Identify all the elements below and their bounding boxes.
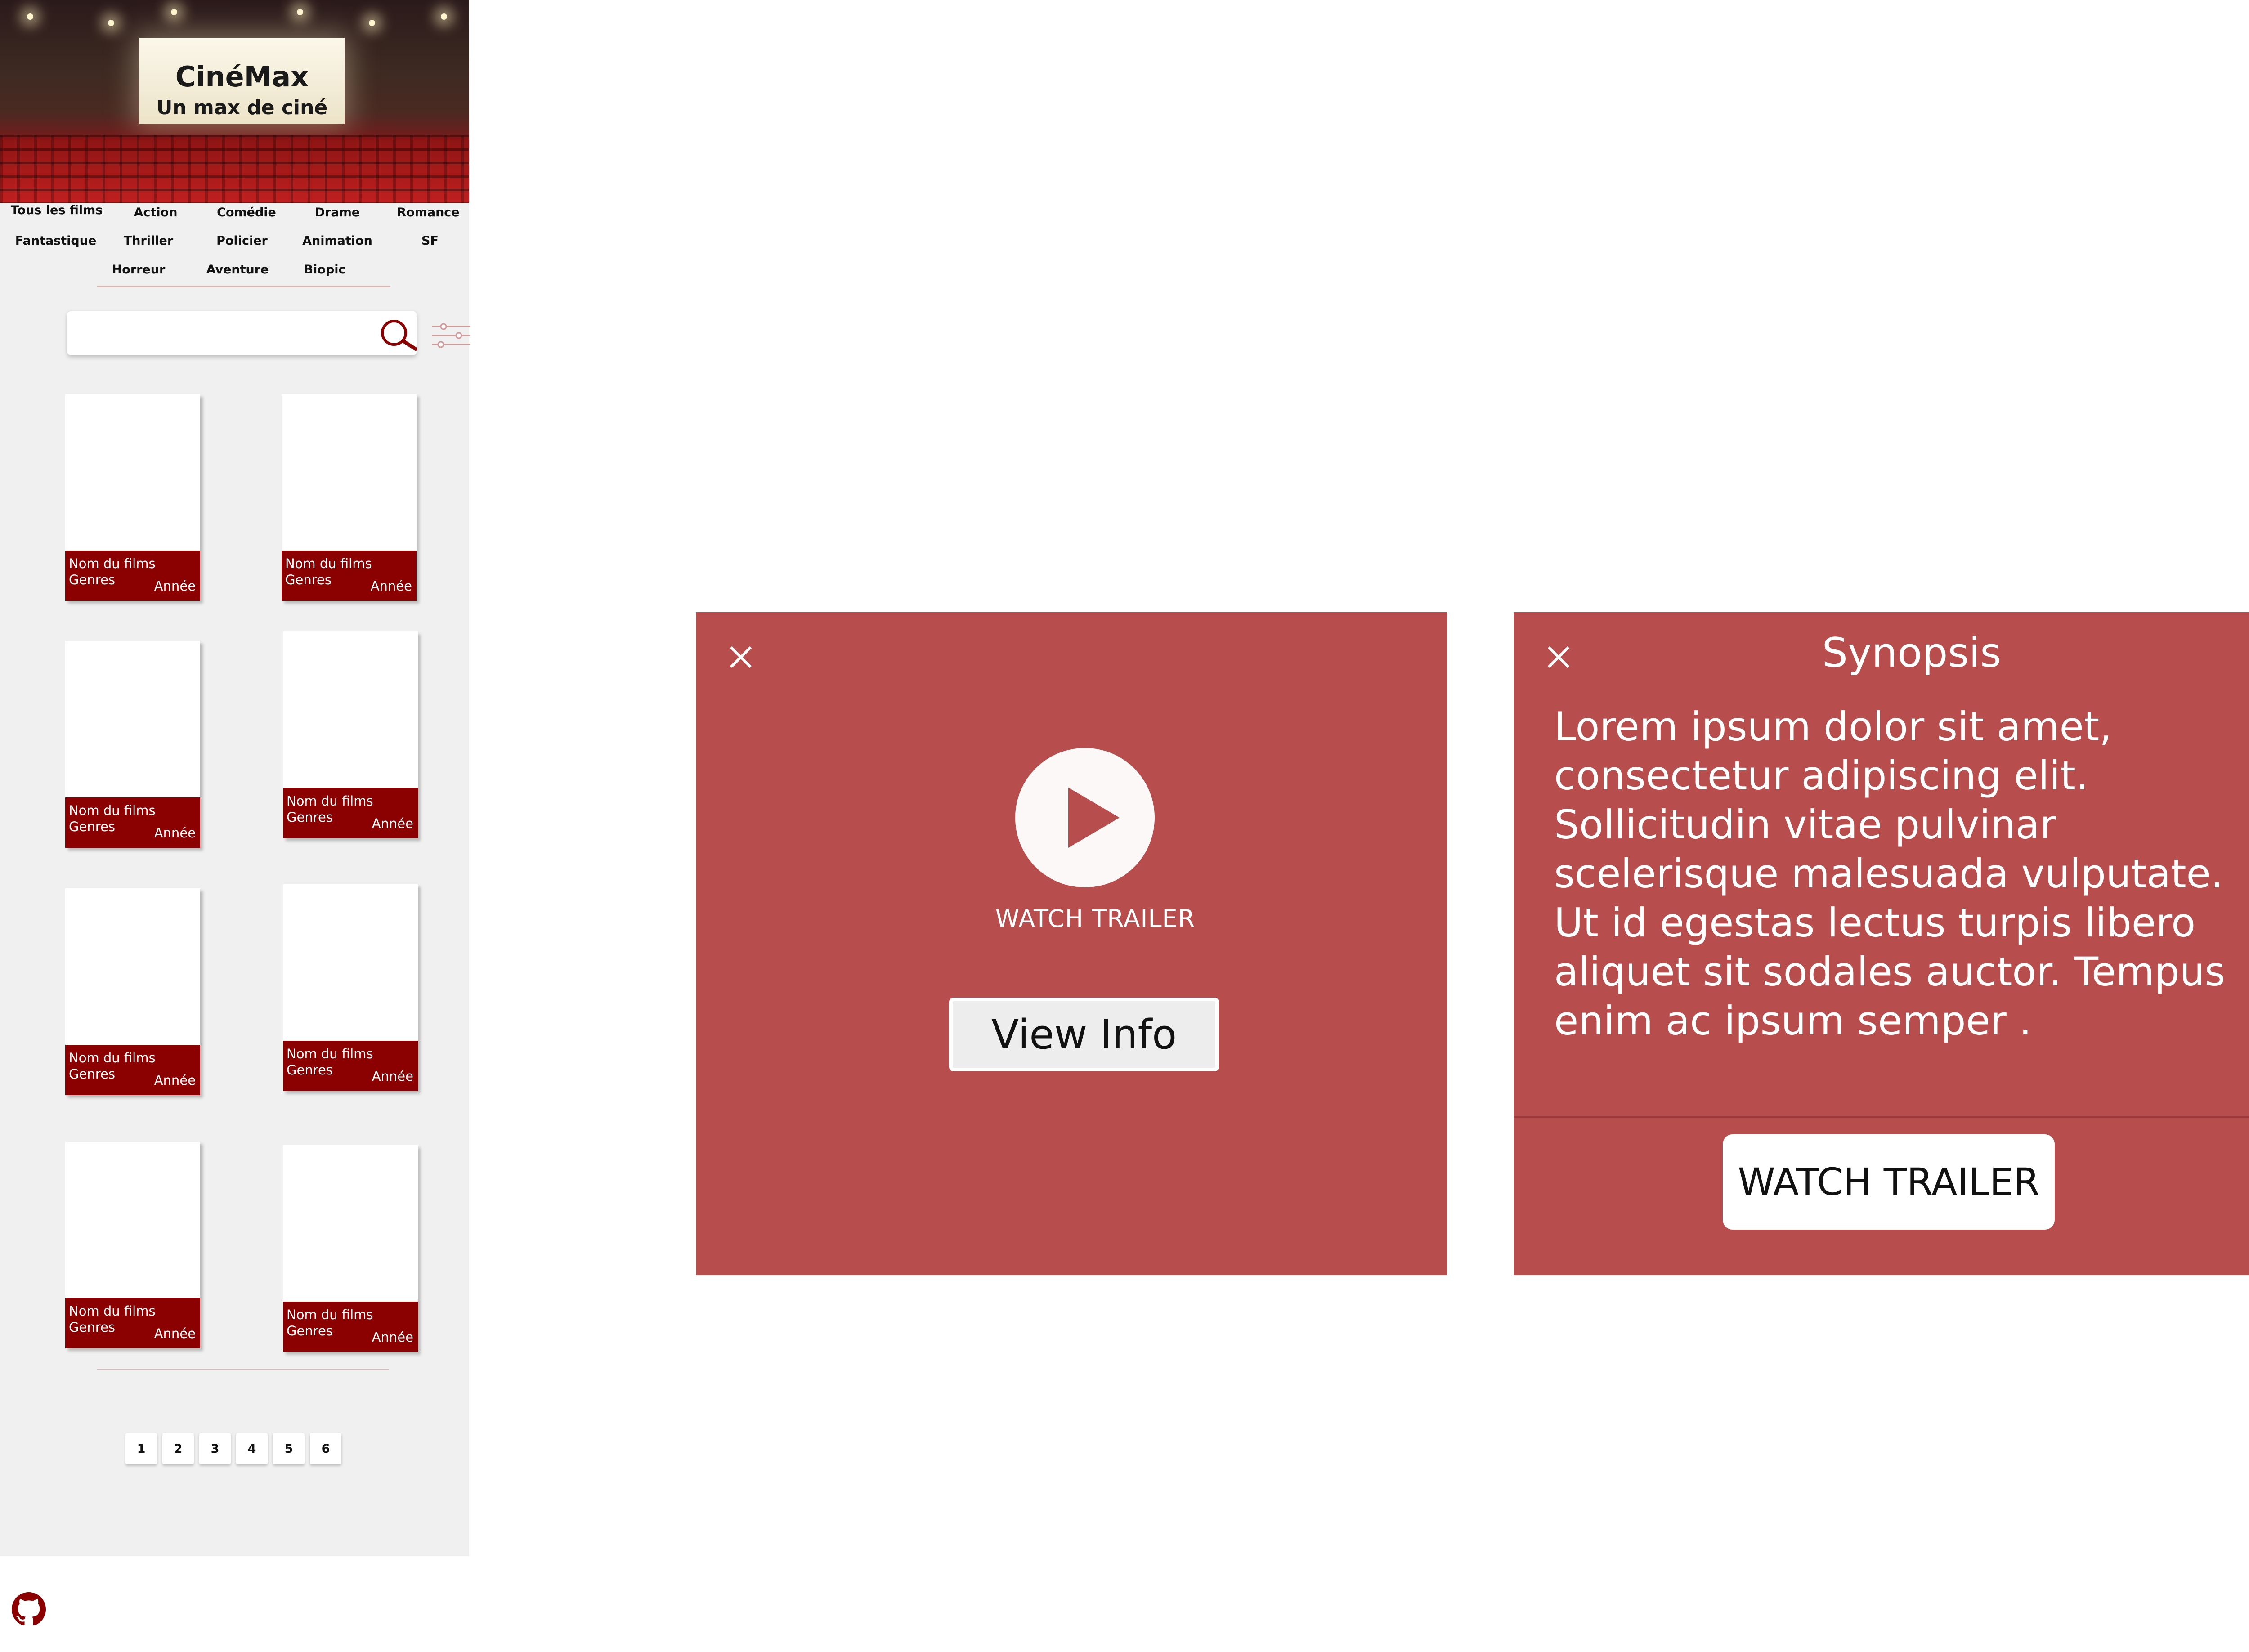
- cinema-seats: [0, 135, 469, 203]
- movie-card[interactable]: Nom du films Genres Année: [65, 641, 200, 848]
- movie-card-info: Nom du films Genres Année: [65, 1045, 200, 1095]
- genre-biopic[interactable]: Biopic: [304, 263, 346, 277]
- movie-card-info: Nom du films Genres Année: [283, 788, 418, 838]
- cinema-screen: CinéMax Un max de ciné: [139, 38, 345, 124]
- hero-banner: CinéMax Un max de ciné: [0, 0, 469, 203]
- genre-romance[interactable]: Romance: [397, 206, 459, 219]
- movie-genres: Genres: [69, 1320, 115, 1335]
- movie-card[interactable]: Nom du films Genres Année: [283, 631, 418, 838]
- movie-card-info: Nom du films Genres Année: [65, 551, 200, 601]
- movie-card-info: Nom du films Genres Année: [282, 551, 417, 601]
- play-icon[interactable]: [1015, 748, 1155, 887]
- page-1-button[interactable]: 1: [125, 1433, 157, 1464]
- movie-card[interactable]: Nom du films Genres Année: [282, 394, 417, 601]
- genre-fantastique[interactable]: Fantastique: [15, 234, 97, 248]
- movie-card-info: Nom du films Genres Année: [65, 797, 200, 848]
- github-icon[interactable]: [12, 1592, 46, 1626]
- movie-card-info: Nom du films Genres Année: [65, 1298, 200, 1348]
- genre-action[interactable]: Action: [134, 206, 178, 219]
- genre-aventure[interactable]: Aventure: [206, 263, 269, 277]
- spotlight-icon: [108, 20, 114, 26]
- movie-year: Année: [372, 1069, 413, 1084]
- genre-policier[interactable]: Policier: [216, 234, 268, 248]
- movie-card[interactable]: Nom du films Genres Année: [283, 1145, 418, 1352]
- movie-title: Nom du films: [287, 1046, 373, 1061]
- spotlight-icon: [441, 13, 447, 20]
- synopsis-title: Synopsis: [1822, 629, 2002, 676]
- movie-genres: Genres: [285, 572, 332, 587]
- watch-trailer-label: WATCH TRAILER: [995, 904, 1196, 933]
- genre-all[interactable]: Tous les films: [11, 203, 103, 217]
- genre-drame[interactable]: Drame: [315, 206, 360, 219]
- movie-year: Année: [154, 578, 196, 594]
- site-title: CinéMax: [175, 60, 309, 93]
- spotlight-icon: [297, 9, 303, 15]
- movie-card-info: Nom du films Genres Année: [283, 1302, 418, 1352]
- search-input[interactable]: [74, 318, 363, 350]
- synopsis-text: Lorem ipsum dolor sit amet, consectetur …: [1554, 703, 2226, 1044]
- search-icon[interactable]: [377, 318, 418, 351]
- movie-title: Nom du films: [69, 556, 156, 571]
- page-6-button[interactable]: 6: [310, 1433, 341, 1464]
- site-tagline: Un max de ciné: [156, 96, 328, 119]
- movie-title: Nom du films: [69, 803, 156, 818]
- movie-title: Nom du films: [287, 793, 373, 809]
- app-mockup: CinéMax Un max de ciné Tous les films Ac…: [0, 0, 470, 1556]
- movie-year: Année: [154, 825, 196, 841]
- synopsis-modal: Synopsis Lorem ipsum dolor sit amet, con…: [1514, 612, 2249, 1275]
- spotlight-icon: [369, 20, 375, 26]
- movie-card[interactable]: Nom du films Genres Année: [283, 884, 418, 1091]
- trailer-modal: WATCH TRAILER View Info: [696, 612, 1447, 1275]
- filter-icon[interactable]: [431, 322, 471, 349]
- search-bar: [67, 311, 470, 355]
- divider: [97, 1369, 389, 1370]
- movie-year: Année: [154, 1326, 196, 1341]
- movie-genres: Genres: [69, 1066, 115, 1082]
- movie-year: Année: [372, 1330, 413, 1345]
- genre-sf[interactable]: SF: [421, 234, 439, 248]
- spotlight-icon: [171, 9, 177, 15]
- divider: [97, 286, 390, 287]
- movie-genres: Genres: [69, 572, 115, 587]
- movie-year: Année: [372, 816, 413, 831]
- movie-title: Nom du films: [287, 1307, 373, 1322]
- movie-genres: Genres: [287, 1062, 333, 1078]
- movie-card[interactable]: Nom du films Genres Année: [65, 888, 200, 1095]
- page-3-button[interactable]: 3: [199, 1433, 231, 1464]
- movie-genres: Genres: [69, 819, 115, 834]
- genre-comedie[interactable]: Comédie: [217, 206, 276, 219]
- watch-trailer-button[interactable]: WATCH TRAILER: [1723, 1134, 2055, 1230]
- genre-thriller[interactable]: Thriller: [124, 234, 173, 248]
- movie-genres: Genres: [287, 810, 333, 825]
- close-icon[interactable]: [727, 644, 754, 671]
- movie-card[interactable]: Nom du films Genres Année: [65, 394, 200, 601]
- divider: [1514, 1116, 2249, 1118]
- page-5-button[interactable]: 5: [273, 1433, 305, 1464]
- movie-year: Année: [154, 1073, 196, 1088]
- view-info-button[interactable]: View Info: [949, 998, 1219, 1071]
- page-4-button[interactable]: 4: [236, 1433, 268, 1464]
- movie-title: Nom du films: [69, 1050, 156, 1066]
- movie-card[interactable]: Nom du films Genres Année: [65, 1142, 200, 1348]
- genre-horreur[interactable]: Horreur: [112, 263, 166, 277]
- genre-animation[interactable]: Animation: [302, 234, 372, 248]
- movie-title: Nom du films: [69, 1303, 156, 1319]
- spotlight-icon: [27, 13, 33, 20]
- movie-card-info: Nom du films Genres Année: [283, 1041, 418, 1091]
- movie-year: Année: [370, 578, 412, 594]
- movie-title: Nom du films: [285, 556, 372, 571]
- movie-genres: Genres: [287, 1323, 333, 1339]
- page-2-button[interactable]: 2: [162, 1433, 194, 1464]
